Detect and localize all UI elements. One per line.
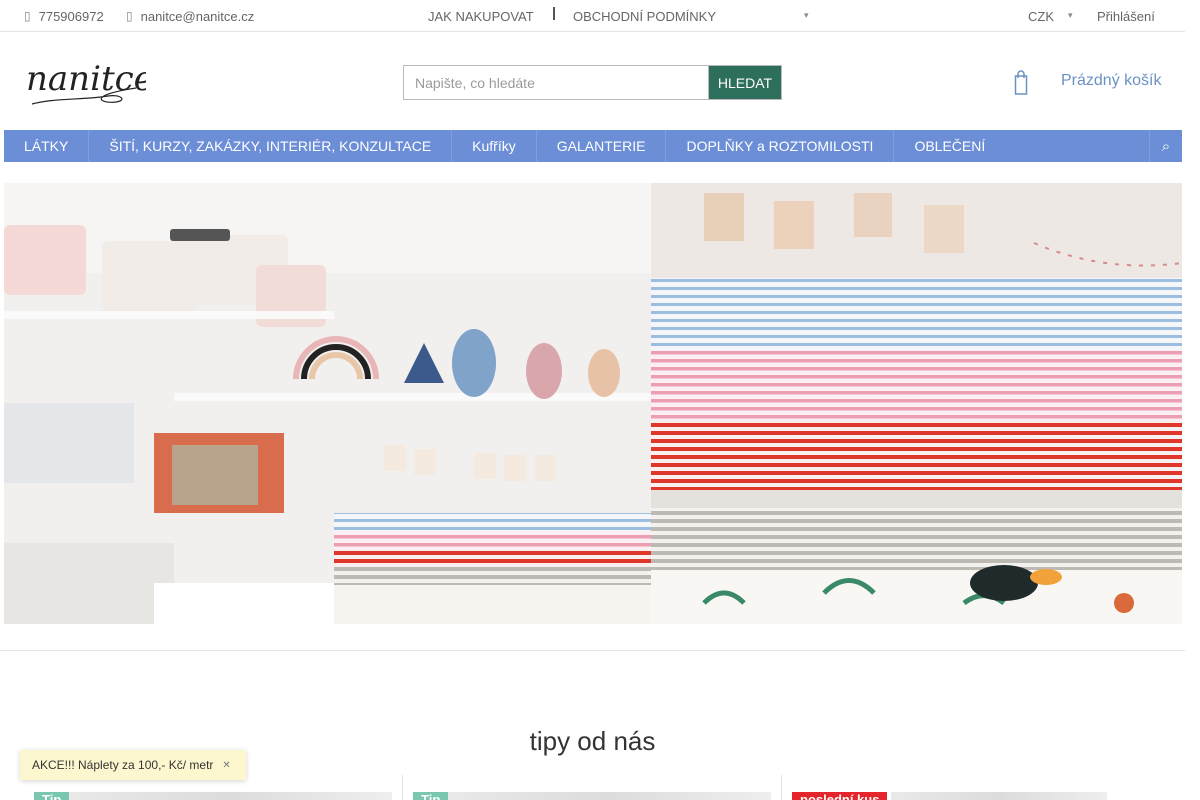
nav-search-button[interactable]: ⌕	[1149, 130, 1182, 162]
cart-icon[interactable]	[1014, 70, 1028, 96]
nav-item-galanterie[interactable]: GALANTERIE	[537, 130, 667, 162]
product-card[interactable]: Tip	[402, 775, 772, 800]
more-links-toggle[interactable]: ▾	[804, 0, 809, 32]
hero-banner[interactable]	[4, 183, 1182, 624]
login-link[interactable]: Přihlášení	[1097, 0, 1155, 32]
search-input[interactable]	[403, 65, 709, 100]
card-divider	[402, 775, 403, 800]
product-image[interactable]	[66, 792, 392, 800]
currency-label: CZK	[1028, 8, 1054, 24]
chevron-down-icon: ▾	[1068, 11, 1073, 21]
card-divider	[781, 775, 782, 800]
product-image[interactable]	[891, 792, 1107, 800]
logo-wordmark: nanitce	[26, 59, 146, 99]
link-obchodni-podminky-label: OBCHODNÍ PODMÍNKY	[573, 8, 717, 24]
nav-item-obleceni[interactable]: OBLEČENÍ	[894, 130, 1005, 162]
hero-image	[4, 183, 1182, 624]
link-jak-nakupovat[interactable]: JAK NAKUPOVAT	[428, 0, 534, 32]
chevron-down-icon: ▾	[804, 11, 809, 21]
nav-item-kufriky[interactable]: Kufříky	[452, 130, 537, 162]
phone-icon: ▯	[24, 9, 31, 23]
product-image[interactable]	[446, 792, 771, 800]
currency-selector[interactable]: CZK ▾	[1028, 0, 1073, 32]
search-button[interactable]: HLEDAT	[708, 65, 782, 100]
section-divider	[0, 650, 1185, 651]
email-address: nanitce@nanitce.cz	[140, 8, 255, 24]
top-bar: ▯ 775906972 ▯ nanitce@nanitce.cz JAK NAK…	[0, 0, 1185, 32]
promo-notification[interactable]: AKCE!!! Náplety za 100,- Kč/ metr ✕	[20, 750, 246, 780]
envelope-icon: ▯	[126, 9, 133, 23]
login-label: Přihlášení	[1097, 8, 1155, 24]
nav-item-latky[interactable]: LÁTKY	[4, 130, 90, 162]
search-icon: ⌕	[1161, 137, 1171, 155]
cart-label[interactable]: Prázdný košík	[1061, 72, 1161, 90]
nav-item-siti-kurzy[interactable]: ŠITÍ, KURZY, ZAKÁZKY, INTERIÉR, KONZULTA…	[89, 130, 453, 162]
site-logo[interactable]: nanitce	[24, 50, 146, 112]
product-badge: Tip	[34, 792, 70, 800]
product-card[interactable]: poslední kus	[781, 775, 1111, 800]
close-icon[interactable]: ✕	[222, 760, 230, 771]
link-obchodni-podminky[interactable]: OBCHODNÍ PODMÍNKY	[573, 0, 716, 32]
product-badge: Tip	[413, 792, 449, 800]
phone-contact[interactable]: ▯ 775906972	[24, 0, 104, 32]
link-jak-nakupovat-label: JAK NAKUPOVAT	[428, 8, 534, 24]
product-badge: poslední kus	[792, 792, 888, 800]
email-contact[interactable]: ▯ nanitce@nanitce.cz	[126, 0, 254, 32]
main-navigation: LÁTKY ŠITÍ, KURZY, ZAKÁZKY, INTERIÉR, KO…	[4, 130, 1182, 162]
top-link-separator	[553, 7, 555, 20]
nav-item-doplnky[interactable]: DOPLŇKY a ROZTOMILOSTI	[666, 130, 895, 162]
promo-text: AKCE!!! Náplety za 100,- Kč/ metr	[32, 758, 214, 772]
phone-number: 775906972	[38, 8, 104, 24]
